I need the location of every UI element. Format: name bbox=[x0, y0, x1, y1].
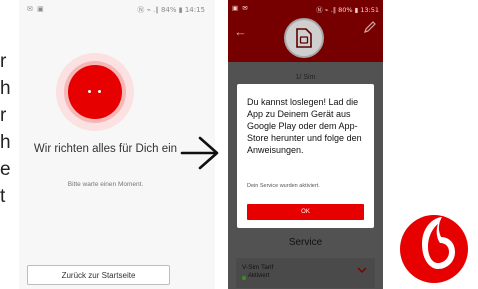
status-bar: ▣ ✉ Ⓝ ⌁ .∥ 80% ▮ 13:51 bbox=[228, 0, 383, 14]
dialog-note: Dein Service wurden aktiviert. bbox=[247, 183, 320, 189]
slide-text-char: r bbox=[0, 105, 7, 126]
status-notifications: ✉ ▣ bbox=[27, 5, 45, 13]
slide-text-fragment: r h r h e t bbox=[0, 48, 18, 210]
dialog-message: Du kannst loslegen! Lad die App zu Deine… bbox=[247, 97, 362, 155]
back-to-home-button[interactable]: Zurück zur Startseite bbox=[27, 265, 170, 285]
status-system: Ⓝ ⌁ .∥ 80% ▮ 13:51 bbox=[316, 6, 379, 14]
success-dialog: Du kannst loslegen! Lad die App zu Deine… bbox=[237, 84, 374, 228]
status-bar: ✉ ▣ Ⓝ ⌁ .∥ 84% ▮ 14:15 bbox=[19, 0, 215, 17]
status-notifications: ▣ ✉ bbox=[232, 4, 249, 12]
spinner-icon bbox=[68, 65, 122, 119]
ok-button[interactable]: OK bbox=[247, 204, 364, 220]
service-heading: Service bbox=[288, 237, 323, 248]
slide-text-char: t bbox=[0, 186, 6, 207]
slide-text-char: e bbox=[0, 159, 11, 180]
edit-icon[interactable] bbox=[363, 20, 377, 34]
status-system: Ⓝ ⌁ .∥ 84% ▮ 14:15 bbox=[137, 6, 205, 14]
loading-title: Wir richten alles für Dich ein bbox=[33, 143, 178, 155]
tariff-status: Aktiviert bbox=[248, 273, 270, 279]
back-arrow-icon[interactable]: ← bbox=[234, 24, 247, 39]
slide-text-char: h bbox=[0, 132, 11, 153]
arrow-right-icon bbox=[180, 136, 219, 170]
sim-name: 1/ Sim bbox=[295, 74, 316, 81]
loading-subtitle: Bitte warte einen Moment. bbox=[67, 181, 144, 188]
status-dot bbox=[242, 276, 246, 280]
sim-card-icon bbox=[296, 28, 312, 48]
slide-text-char: r bbox=[0, 51, 7, 72]
slide-text-char: h bbox=[0, 78, 11, 99]
tariff-card[interactable]: V-Sim Tarif Aktiviert bbox=[236, 258, 375, 288]
chevron-down-icon[interactable] bbox=[357, 267, 367, 274]
sim-card-avatar bbox=[284, 18, 324, 58]
tariff-name: V-Sim Tarif bbox=[242, 264, 274, 271]
vodafone-logo bbox=[400, 215, 468, 283]
phone-success-screen: ▣ ✉ Ⓝ ⌁ .∥ 80% ▮ 13:51 ← 1/ Sim Du kanns… bbox=[228, 0, 383, 289]
